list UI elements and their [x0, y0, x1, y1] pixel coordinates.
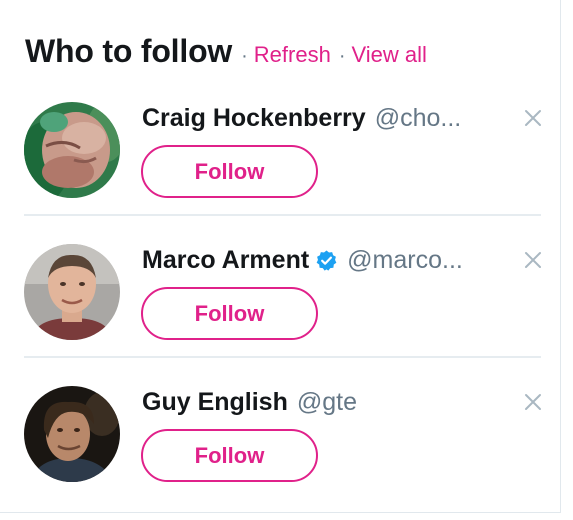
avatar[interactable]	[24, 102, 120, 198]
suggestion-row: Guy English @gte Follow	[0, 378, 560, 520]
account-name[interactable]: Craig Hockenberry	[142, 104, 366, 133]
account-name-line: Marco Arment @marco...	[142, 246, 463, 275]
card-header: Who to follow · Refresh · View all	[25, 33, 427, 70]
follow-button[interactable]: Follow	[141, 145, 318, 198]
separator-dot: ·	[241, 45, 248, 67]
account-name-line: Craig Hockenberry @cho...	[142, 104, 461, 133]
account-name-line: Guy English @gte	[142, 388, 357, 417]
divider	[24, 214, 541, 216]
user-avatar-icon	[24, 244, 120, 340]
suggestion-row: Marco Arment @marco... Follow	[0, 236, 560, 378]
suggestion-row: Craig Hockenberry @cho... Follow	[0, 94, 560, 236]
account-handle[interactable]: @marco...	[347, 246, 463, 275]
close-icon[interactable]	[523, 392, 543, 412]
verified-badge-icon	[315, 249, 338, 272]
refresh-link[interactable]: Refresh	[254, 42, 331, 68]
user-avatar-icon	[24, 102, 120, 198]
close-icon[interactable]	[523, 250, 543, 270]
account-name[interactable]: Guy English	[142, 388, 288, 417]
separator-dot: ·	[338, 45, 346, 67]
view-all-link[interactable]: View all	[352, 42, 427, 68]
close-icon[interactable]	[523, 108, 543, 128]
account-handle[interactable]: @cho...	[375, 104, 462, 133]
account-name[interactable]: Marco Arment	[142, 246, 309, 275]
avatar[interactable]	[24, 244, 120, 340]
follow-button[interactable]: Follow	[141, 429, 318, 482]
account-handle[interactable]: @gte	[297, 388, 357, 417]
card-title: Who to follow	[25, 33, 233, 69]
user-avatar-icon	[24, 386, 120, 482]
divider	[24, 356, 541, 358]
follow-button[interactable]: Follow	[141, 287, 318, 340]
who-to-follow-card: Who to follow · Refresh · View all Craig…	[0, 0, 561, 513]
avatar[interactable]	[24, 386, 120, 482]
